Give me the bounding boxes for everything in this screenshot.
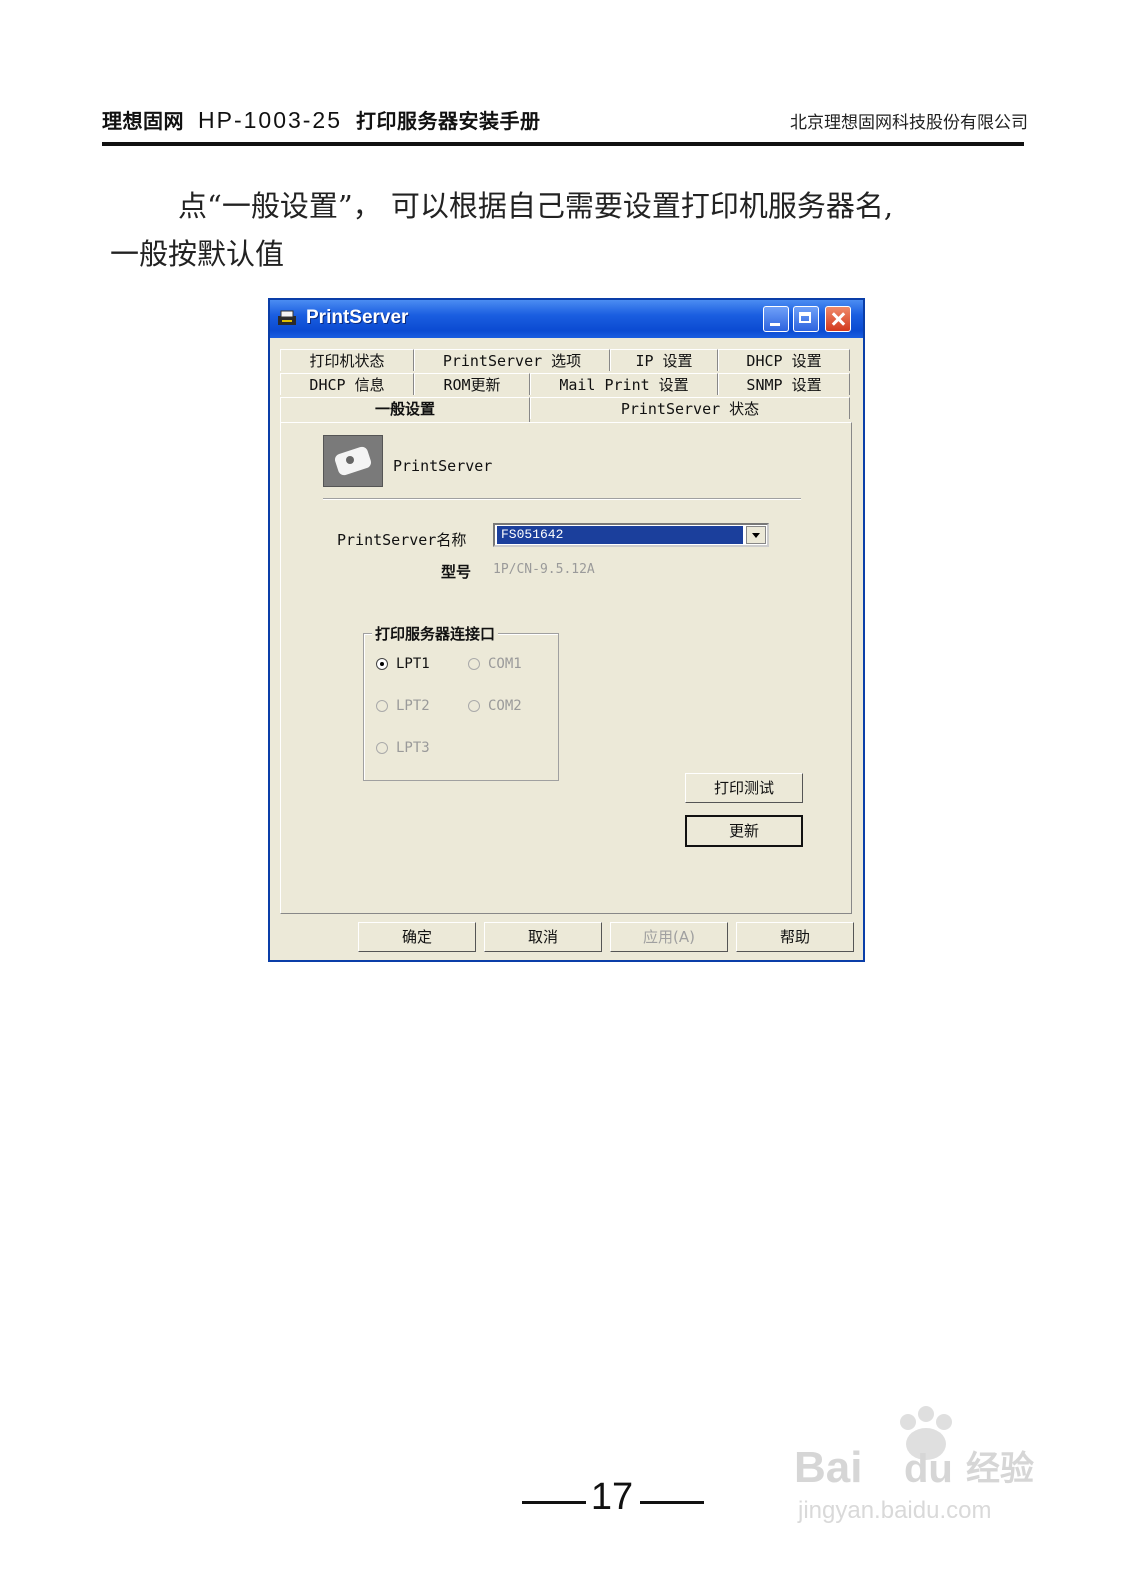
model-value: 1P/CN-9.5.12A: [493, 562, 595, 577]
tab-dhcp-info[interactable]: DHCP 信息: [280, 373, 414, 395]
minimize-button[interactable]: [763, 306, 789, 332]
radio-lpt2-label: LPT2: [396, 698, 430, 714]
cancel-button[interactable]: 取消: [484, 922, 602, 952]
model-label: 型号: [441, 563, 472, 581]
radio-lpt3[interactable]: LPT3: [376, 740, 430, 756]
port-group-title: 打印服务器连接口: [372, 623, 499, 644]
printserver-device-icon: [323, 435, 383, 487]
test-print-button[interactable]: 打印测试: [685, 773, 803, 803]
tab-printserver-status[interactable]: PrintServer 状态: [530, 397, 850, 419]
radio-dot-icon: [468, 658, 480, 670]
tab-printer-status[interactable]: 打印机状态: [280, 349, 414, 371]
maximize-button[interactable]: [793, 306, 819, 332]
radio-com1[interactable]: COM1: [468, 656, 522, 672]
tab-mail-print-settings[interactable]: Mail Print 设置: [530, 373, 718, 395]
svg-text:du: du: [904, 1447, 953, 1491]
tab-general-settings[interactable]: 一般设置: [280, 397, 530, 423]
server-name-value: FS051642: [497, 526, 743, 544]
radio-com2[interactable]: COM2: [468, 698, 522, 714]
radio-com2-label: COM2: [488, 698, 522, 714]
header-brand: 理想固网: [102, 109, 184, 133]
tab-printserver-options[interactable]: PrintServer 选项: [414, 349, 610, 371]
tab-ip-settings[interactable]: IP 设置: [610, 349, 718, 371]
close-button[interactable]: [825, 306, 851, 332]
svg-text:Bai: Bai: [794, 1443, 862, 1492]
device-label: PrintServer: [393, 457, 493, 475]
radio-dot-icon: [468, 700, 480, 712]
radio-dot-icon: [376, 742, 388, 754]
printserver-dialog: PrintServer 打印机状态 PrintServer 选项 IP 设置 D…: [268, 298, 865, 962]
port-groupbox: 打印服务器连接口 LPT1 COM1 LPT2 COM2 LPT3: [363, 623, 559, 781]
tab-row-2: DHCP 信息 ROM更新 Mail Print 设置 SNMP 设置: [280, 373, 851, 395]
ok-button[interactable]: 确定: [358, 922, 476, 952]
server-name-label: PrintServer名称: [337, 531, 467, 549]
tab-rom-update[interactable]: ROM更新: [414, 373, 530, 395]
tab-dhcp-settings[interactable]: DHCP 设置: [718, 349, 850, 371]
radio-dot-icon: [376, 700, 388, 712]
radio-lpt2[interactable]: LPT2: [376, 698, 430, 714]
baidu-jingyan-watermark: Bai du 经验 jingyan.baidu.com: [794, 1406, 1034, 1524]
page-number-line-left: [522, 1501, 586, 1504]
separator: [323, 498, 801, 500]
radio-lpt1[interactable]: LPT1: [376, 656, 430, 672]
window-title: PrintServer: [306, 307, 409, 328]
body-line-1: 点“一般设置”， 可以根据自己需要设置打印机服务器名,: [178, 189, 894, 223]
radio-dot-icon: [376, 658, 388, 670]
header-doc-title: 打印服务器安装手册: [356, 109, 541, 133]
tab-snmp-settings[interactable]: SNMP 设置: [718, 373, 850, 395]
svg-text:经验: 经验: [966, 1449, 1034, 1489]
document-header: 理想固网 HP-1003-25 打印服务器安装手册: [102, 105, 541, 134]
chevron-down-icon[interactable]: [746, 526, 766, 544]
header-model: HP-1003-25: [198, 107, 343, 133]
svg-text:jingyan.baidu.com: jingyan.baidu.com: [797, 1497, 991, 1524]
general-settings-panel: PrintServer PrintServer名称 FS051642 型号 1P…: [280, 422, 852, 914]
tab-row-3: 一般设置 PrintServer 状态: [280, 397, 851, 423]
apply-button[interactable]: 应用(A): [610, 922, 728, 952]
radio-com1-label: COM1: [488, 656, 522, 672]
header-company: 北京理想固网科技股份有限公司: [790, 113, 1028, 133]
printer-app-icon: [278, 310, 296, 325]
page-number: 17: [590, 1476, 634, 1518]
header-rule: [102, 142, 1024, 146]
body-paragraph: 点“一般设置”， 可以根据自己需要设置打印机服务器名, 一般按默认值: [110, 182, 1010, 278]
help-button[interactable]: 帮助: [736, 922, 854, 952]
title-bar[interactable]: PrintServer: [270, 300, 863, 338]
update-button[interactable]: 更新: [685, 815, 803, 847]
server-name-combobox[interactable]: FS051642: [493, 523, 769, 547]
body-line-2: 一般按默认值: [110, 237, 285, 271]
page-number-line-right: [640, 1501, 704, 1504]
radio-lpt3-label: LPT3: [396, 740, 430, 756]
tab-row-1: 打印机状态 PrintServer 选项 IP 设置 DHCP 设置: [280, 349, 851, 371]
radio-lpt1-label: LPT1: [396, 656, 430, 672]
